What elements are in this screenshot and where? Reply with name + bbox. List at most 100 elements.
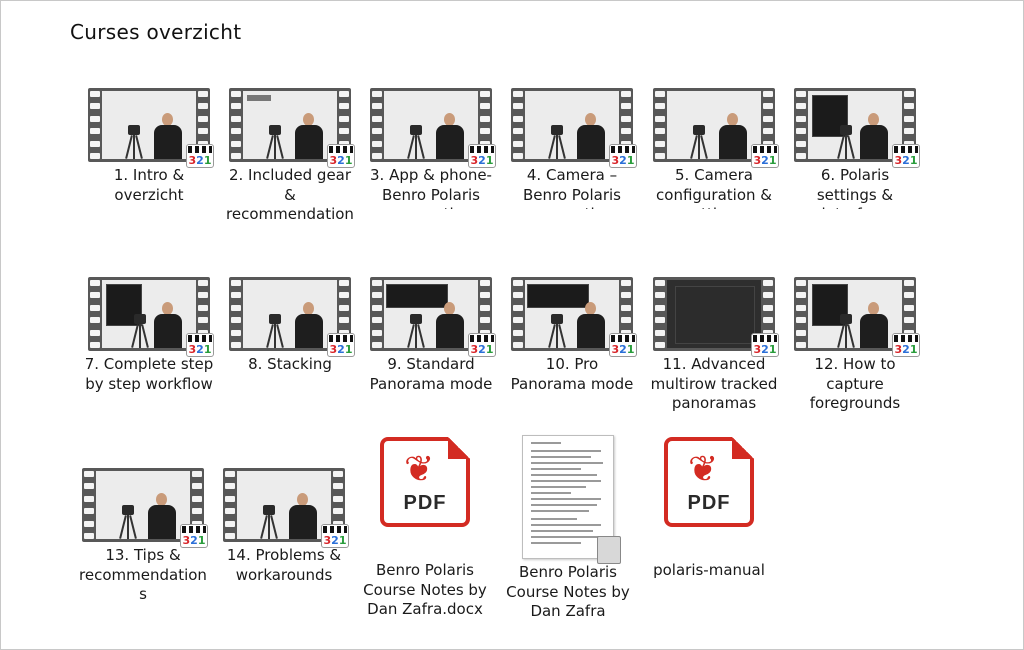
video-thumbnail: 321 (794, 277, 920, 357)
file-name-label: 11. Advanced multirow tracked panoramas (650, 355, 778, 412)
media-player-icon-digit: 2 (331, 534, 339, 547)
media-player-icon-digit: 2 (619, 343, 627, 356)
presenter (152, 302, 182, 348)
media-player-icon-digit: 1 (203, 343, 212, 356)
file-name-label: 7. Complete step by step workflow (84, 355, 214, 393)
document-file-item[interactable]: ❦ PDF Benro Polaris Course Notes by Dan Za… (360, 435, 490, 620)
tripod-camera (689, 125, 709, 159)
file-type-icon (597, 536, 621, 564)
media-player-icon: 321 (609, 144, 637, 168)
video-frame (102, 280, 196, 348)
presenter (293, 113, 323, 159)
tripod-camera (265, 314, 285, 348)
video-frame (525, 280, 619, 348)
media-player-icon: 321 (180, 524, 208, 548)
page-title: Curses overzicht (70, 20, 242, 44)
tripod-camera (130, 314, 150, 348)
video-file-item[interactable]: 321 10. Pro Panorama mode (507, 277, 637, 394)
media-player-icon: 321 (751, 144, 779, 168)
file-name-label: 3. App & phone- Benro Polaris connection (370, 166, 492, 209)
video-file-item[interactable]: 321 13. Tips & recommendations (78, 468, 208, 607)
media-player-icon: 321 (321, 524, 349, 548)
film-strip-holes (230, 91, 242, 159)
tripod-camera (406, 125, 426, 159)
film-strip-holes (89, 280, 101, 348)
media-player-icon-digit: 2 (902, 343, 910, 356)
video-frame (243, 91, 337, 159)
video-frame (384, 91, 478, 159)
media-player-icon: 321 (468, 333, 496, 357)
video-file-item[interactable]: 3214. Camera – Benro Polaris connection (507, 88, 637, 209)
media-player-icon: 321 (609, 333, 637, 357)
video-thumbnail: 321 (370, 277, 496, 357)
tripod-camera (406, 314, 426, 348)
video-thumbnail: 321 (88, 277, 214, 357)
video-thumbnail: 321 (794, 88, 920, 168)
video-file-item[interactable]: 321 12. How to capture foregrounds (790, 277, 920, 414)
tripod-camera (259, 505, 279, 539)
film-strip-holes (83, 471, 95, 539)
pdf-icon: ❦ PDF (664, 437, 754, 527)
media-player-icon: 321 (468, 144, 496, 168)
video-frame (667, 91, 761, 159)
presenter (146, 493, 176, 539)
video-frame (808, 91, 902, 159)
film-strip-holes (654, 91, 666, 159)
presenter (434, 302, 464, 348)
film-strip-holes (795, 91, 807, 159)
presenter (152, 113, 182, 159)
video-file-item[interactable]: 321 7. Complete step by step workflow (84, 277, 214, 394)
video-frame (808, 280, 902, 348)
media-player-icon: 321 (186, 144, 214, 168)
video-frame (237, 471, 331, 539)
tripod-camera (836, 314, 856, 348)
presenter (858, 113, 888, 159)
file-name-label: 6. Polaris settings & interface (816, 166, 894, 209)
video-file-item[interactable]: 3213. App & phone- Benro Polaris connect… (366, 88, 496, 209)
media-player-icon-digit: 1 (909, 154, 918, 167)
presenter (293, 302, 323, 348)
pdf-icon-text: PDF (403, 492, 447, 514)
document-file-item[interactable]: Benro Polaris Course Notes by Dan Zafra (503, 435, 633, 622)
media-player-icon: 321 (892, 333, 920, 357)
film-strip-holes (224, 471, 236, 539)
media-player-icon-digit: 1 (485, 343, 494, 356)
film-strip-holes (795, 280, 807, 348)
file-name-label: 2. Included gear & recommendations (226, 166, 354, 227)
file-name-label: 5. Camera configuration & settings (656, 166, 772, 209)
file-name-label: polaris-manual (653, 561, 765, 579)
video-thumbnail: 321 (88, 88, 214, 168)
media-player-icon-digit: 1 (203, 154, 212, 167)
video-file-item[interactable]: 3216. Polaris settings & interface (790, 88, 920, 209)
video-file-item[interactable]: 321 14. Problems & workarounds (219, 468, 349, 585)
file-name-label: 13. Tips & recommendations (79, 546, 207, 603)
film-strip-holes (512, 91, 524, 159)
media-player-icon-digit: 1 (338, 534, 347, 547)
file-name-label: 8. Stacking (248, 355, 332, 373)
document-file-item[interactable]: ❦ PDF polaris-manual (644, 435, 774, 581)
media-player-icon-digit: 2 (196, 343, 204, 356)
video-thumbnail: 321 (653, 88, 779, 168)
video-file-item[interactable]: 321 9. Standard Panorama mode (366, 277, 496, 394)
video-file-item[interactable]: 321 8. Stacking (225, 277, 355, 375)
video-file-item[interactable]: 3215. Camera configuration & settings (649, 88, 779, 209)
pdf-icon-text: PDF (687, 492, 731, 514)
file-name-label: Benro Polaris Course Notes by Dan Zafra.… (363, 561, 487, 618)
media-player-icon: 321 (892, 144, 920, 168)
video-file-item[interactable]: 321 11. Advanced multirow tracked panoram… (649, 277, 779, 414)
file-name-label: 9. Standard Panorama mode (369, 355, 493, 393)
media-player-icon: 321 (751, 333, 779, 357)
video-file-item[interactable]: 3212. Included gear & recommendations (225, 88, 355, 227)
media-player-icon-digit: 1 (626, 343, 635, 356)
video-file-item[interactable]: 321 1. Intro & overzicht (84, 88, 214, 209)
video-thumbnail: 321 (511, 277, 637, 357)
film-strip-holes (371, 280, 383, 348)
tripod-camera (124, 125, 144, 159)
media-player-icon-digit: 1 (197, 534, 206, 547)
film-strip-holes (230, 280, 242, 348)
film-strip-holes (89, 91, 101, 159)
media-player-icon-digit: 2 (761, 154, 769, 167)
media-player-icon: 321 (327, 144, 355, 168)
media-player-icon-digit: 1 (768, 154, 777, 167)
presenter (575, 113, 605, 159)
